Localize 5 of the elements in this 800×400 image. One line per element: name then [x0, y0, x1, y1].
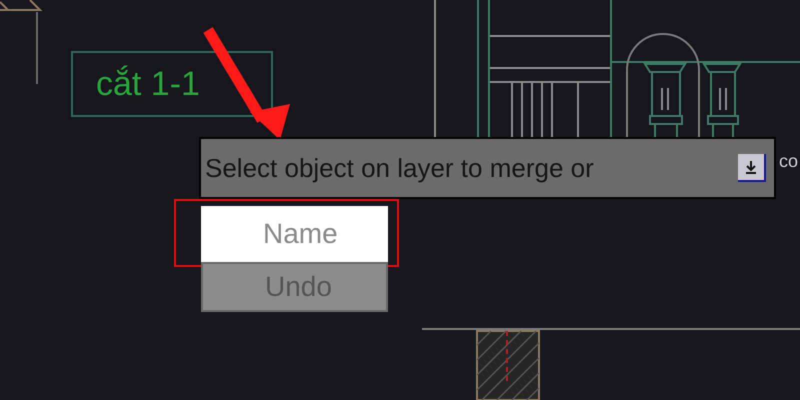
menu-item[interactable]: Name: [201, 206, 388, 262]
section-label: cắt 1-1: [96, 64, 200, 104]
expand-icon[interactable]: [738, 154, 766, 182]
drawing-text: co: [779, 150, 798, 172]
tooltip-text: Select object on layer to merge or: [205, 152, 594, 184]
